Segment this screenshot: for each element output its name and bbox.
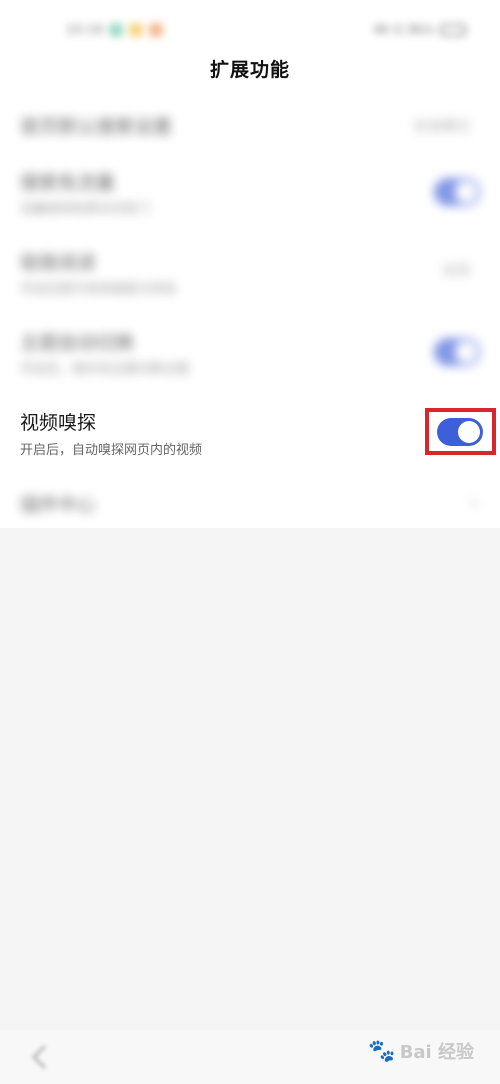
setting-value: 关闭 <box>442 263 470 279</box>
setting-description: 开启后，随手机主题切换主题 <box>20 362 190 377</box>
title-bar: 扩展功能 <box>0 50 500 96</box>
setting-label: 视频嗅探 <box>20 412 97 434</box>
setting-description: 流量使用免费访问热门 <box>20 202 151 217</box>
watermark: 🐾 Bai 经验 <box>368 1038 474 1064</box>
setting-value: 标准模式 <box>414 119 470 135</box>
setting-description: 开启后，自动嗅探网页内的视频 <box>20 443 203 458</box>
setting-plugin-center[interactable]: 插件中心 › <box>0 484 500 528</box>
toggle-knob <box>455 181 477 203</box>
setting-auto-theme[interactable]: 主题自动切换 开启后，随手机主题切换主题 <box>0 326 500 386</box>
setting-default-search[interactable]: 首页默认搜索设置 标准模式 <box>0 96 500 154</box>
setting-label: 首页默认搜索设置 <box>20 116 173 138</box>
status-time: 10:16 <box>66 22 104 38</box>
app-notification-icon <box>109 23 124 37</box>
setting-description: 开启后提升阅读速度与体验 <box>20 282 177 297</box>
paw-icon: 🐾 <box>368 1038 396 1064</box>
setting-smart-reading[interactable]: 极致阅读 开启后提升阅读速度与体验 关闭 <box>0 246 500 306</box>
chevron-right-icon: › <box>470 490 478 514</box>
app-notification-icon <box>149 23 164 37</box>
setting-search-traffic[interactable]: 搜索免流量 流量使用免费访问热门 <box>0 166 500 226</box>
search-traffic-toggle[interactable] <box>434 178 480 206</box>
settings-list: 首页默认搜索设置 标准模式 搜索免流量 流量使用免费访问热门 极致阅读 开启后提… <box>0 96 500 528</box>
setting-label: 插件中心 <box>20 494 97 516</box>
bottom-nav: 🐾 Bai 经验 <box>0 1030 500 1084</box>
setting-label: 主题自动切换 <box>20 332 135 354</box>
app-notification-icon <box>129 23 144 37</box>
setting-label: 极致阅读 <box>20 252 97 274</box>
toggle-knob <box>455 341 477 363</box>
status-right: 46 0.3K/s <box>373 20 466 40</box>
status-left: 10:16 <box>66 20 164 40</box>
setting-label: 搜索免流量 <box>20 172 116 194</box>
highlight-box <box>425 408 496 455</box>
network-speed: 46 0.3K/s <box>372 22 434 38</box>
chevron-left-icon[interactable] <box>28 1042 52 1072</box>
battery-icon <box>440 24 466 36</box>
page-title: 扩展功能 <box>209 59 290 81</box>
auto-theme-toggle[interactable] <box>434 338 480 366</box>
watermark-text: Bai 经验 <box>399 1042 474 1063</box>
